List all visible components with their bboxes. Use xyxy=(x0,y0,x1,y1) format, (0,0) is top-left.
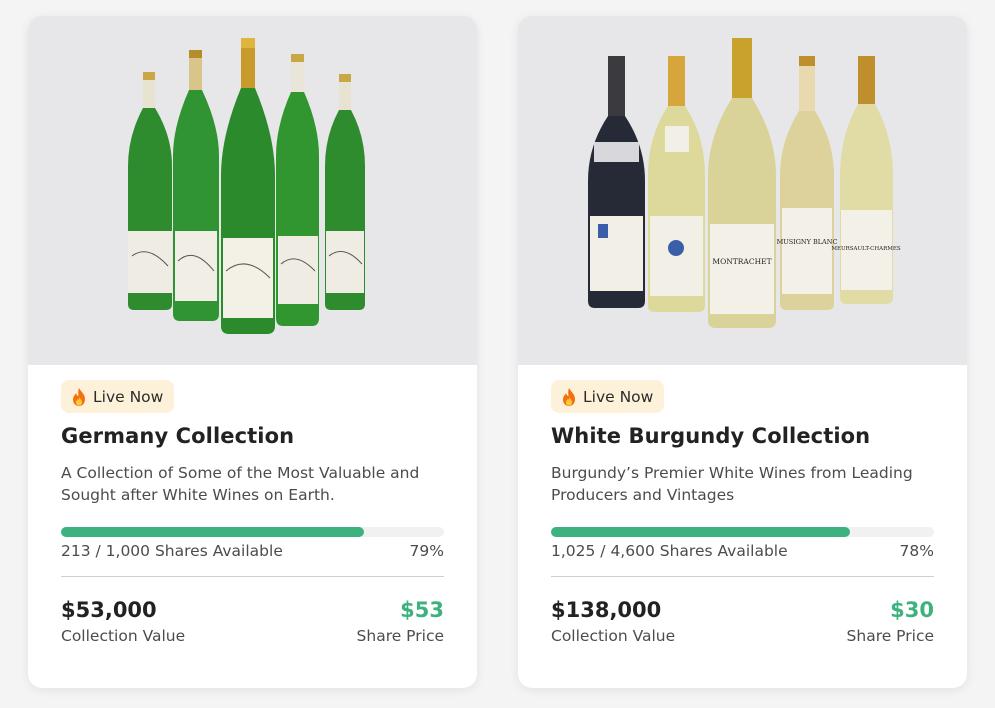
collection-card-white-burgundy[interactable]: MONTRACHET MUSIGNY BLANC MEURSAULT-CHARM… xyxy=(518,16,967,688)
live-now-badge: Live Now xyxy=(61,380,175,413)
collection-description: A Collection of Some of the Most Valuabl… xyxy=(61,464,420,504)
share-price: $30 xyxy=(890,598,934,622)
share-price: $53 xyxy=(400,598,444,622)
shares-percent: 78% xyxy=(899,542,934,560)
shares-progress-bar xyxy=(61,527,444,537)
collection-image xyxy=(28,16,477,365)
shares-progress-fill xyxy=(61,527,364,537)
collection-value-label: Collection Value xyxy=(61,627,186,645)
svg-text:MEURSAULT-CHARMES: MEURSAULT-CHARMES xyxy=(831,246,901,252)
collection-value: $138,000 xyxy=(551,598,662,622)
collection-title: Germany Collection xyxy=(61,424,295,448)
fire-icon xyxy=(73,387,85,406)
collection-image: MONTRACHET MUSIGNY BLANC MEURSAULT-CHARM… xyxy=(518,16,967,365)
collection-value-label: Collection Value xyxy=(551,627,676,645)
live-now-badge: Live Now xyxy=(551,380,665,413)
share-price-label: Share Price xyxy=(846,627,934,645)
svg-text:MUSIGNY BLANC: MUSIGNY BLANC xyxy=(777,238,838,246)
share-price-stat: $30 Share Price xyxy=(847,598,934,645)
badge-label: Live Now xyxy=(583,387,654,406)
fire-icon xyxy=(563,387,575,406)
wine-bottles-image: MONTRACHET MUSIGNY BLANC MEURSAULT-CHARM… xyxy=(588,38,901,328)
shares-available-text: 1,025 / 4,600 Shares Available xyxy=(551,542,788,560)
share-price-stat: $53 Share Price xyxy=(357,598,444,645)
shares-progress-fill xyxy=(551,527,850,537)
collection-description: Burgundy’s Premier White Wines from Lead… xyxy=(551,464,913,504)
shares-percent: 79% xyxy=(409,542,444,560)
svg-text:MONTRACHET: MONTRACHET xyxy=(712,257,771,266)
collection-value: $53,000 xyxy=(61,598,157,622)
shares-available-text: 213 / 1,000 Shares Available xyxy=(61,542,283,560)
collection-card-germany[interactable]: Live Now Germany Collection A Collection… xyxy=(28,16,477,688)
collection-value-stat: $138,000 Collection Value xyxy=(551,598,675,645)
divider xyxy=(61,576,444,577)
share-price-label: Share Price xyxy=(356,627,444,645)
badge-label: Live Now xyxy=(93,387,164,406)
wine-bottles-image xyxy=(128,38,365,334)
collection-value-stat: $53,000 Collection Value xyxy=(61,598,185,645)
divider xyxy=(551,576,934,577)
collection-title: White Burgundy Collection xyxy=(551,424,871,448)
shares-progress-bar xyxy=(551,527,934,537)
